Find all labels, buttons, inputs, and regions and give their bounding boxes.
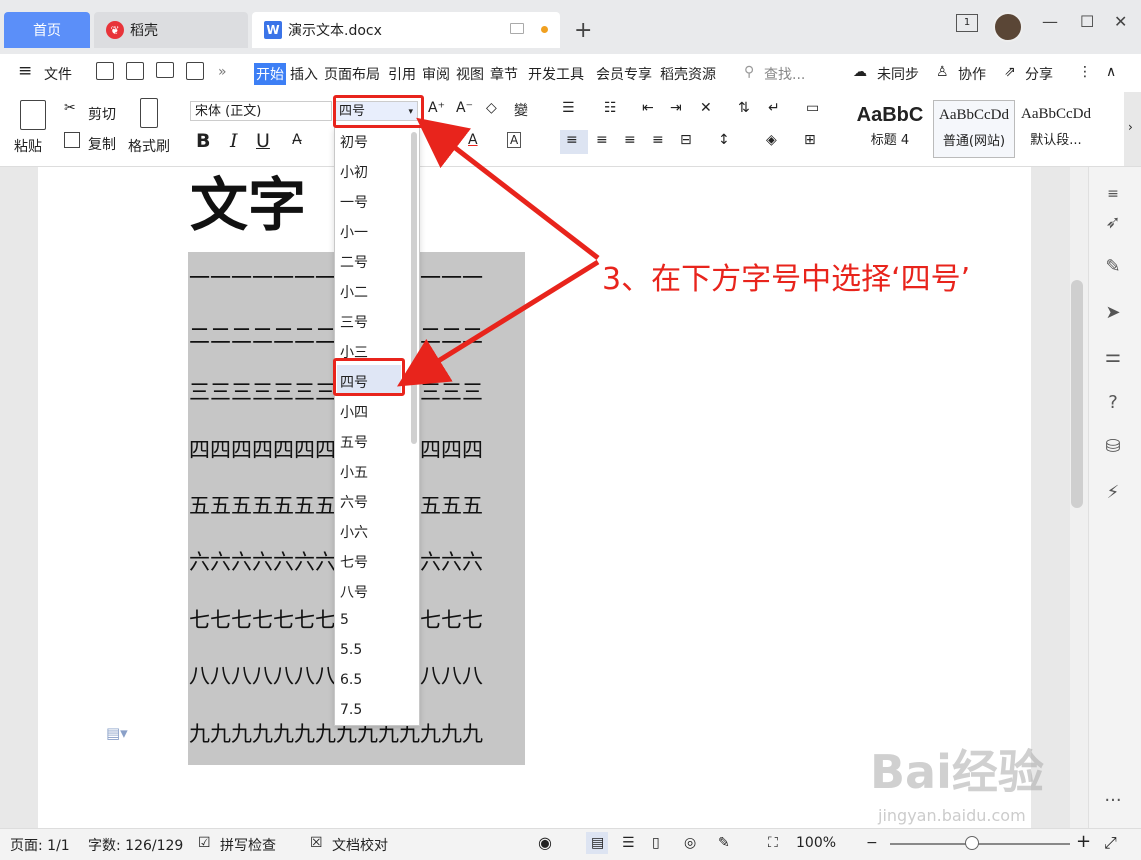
lightning-icon[interactable]: ⚡ xyxy=(1101,482,1125,506)
arrow-to-option xyxy=(396,259,600,387)
fullscreen-icon[interactable]: ⤢ xyxy=(1104,833,1117,853)
page-count: 页面: 1/1 xyxy=(10,838,70,854)
proofread-icon: ☒ xyxy=(310,835,323,851)
page-view-icon: ▤ xyxy=(591,835,605,851)
eye-icon[interactable]: ◉ xyxy=(538,833,552,852)
outline-view-icon[interactable]: ☰ xyxy=(622,835,635,851)
more-icon[interactable]: ··· xyxy=(1101,790,1125,814)
backup-icon[interactable]: ⛁ xyxy=(1101,436,1125,460)
watermark-url: jingyan.baidu.com xyxy=(878,806,1026,825)
zoom-level[interactable]: 100% xyxy=(796,835,836,851)
web-view-icon[interactable]: ◎ xyxy=(684,835,696,851)
sidebar-menu-icon[interactable]: ≡ xyxy=(1101,186,1125,210)
cursor-icon[interactable]: ➤ xyxy=(1101,302,1125,326)
word-count[interactable]: 字数: 126/129 xyxy=(88,835,183,855)
spellcheck-icon: ☑ xyxy=(198,835,211,851)
spellcheck-button[interactable]: 拼写检查 xyxy=(220,835,276,855)
annotation-arrows xyxy=(396,117,600,387)
read-view-icon[interactable]: ▯ xyxy=(652,835,660,851)
write-view-icon[interactable]: ✎ xyxy=(718,835,730,851)
rocket-icon[interactable]: ➶ xyxy=(1101,212,1125,236)
zoom-slider[interactable] xyxy=(890,843,1070,845)
annotation-text: 3、在下方字号中选择‘四号’ xyxy=(602,262,971,297)
proofread-button[interactable]: 文档校对 xyxy=(332,835,388,855)
help-icon[interactable]: ? xyxy=(1101,392,1125,416)
scrollbar-thumb[interactable] xyxy=(1071,280,1083,508)
pen-icon[interactable]: ✎ xyxy=(1101,256,1125,280)
fit-page-icon[interactable]: ⛶ xyxy=(768,835,778,851)
zoom-slider-handle[interactable] xyxy=(965,836,979,850)
watermark-logo: Bai经验 xyxy=(870,745,1044,799)
zoom-out-button[interactable]: − xyxy=(866,835,878,851)
arrow-to-font-size xyxy=(416,117,600,260)
zoom-in-button[interactable]: + xyxy=(1076,831,1091,852)
settings-sliders-icon[interactable]: ⚌ xyxy=(1101,346,1125,370)
